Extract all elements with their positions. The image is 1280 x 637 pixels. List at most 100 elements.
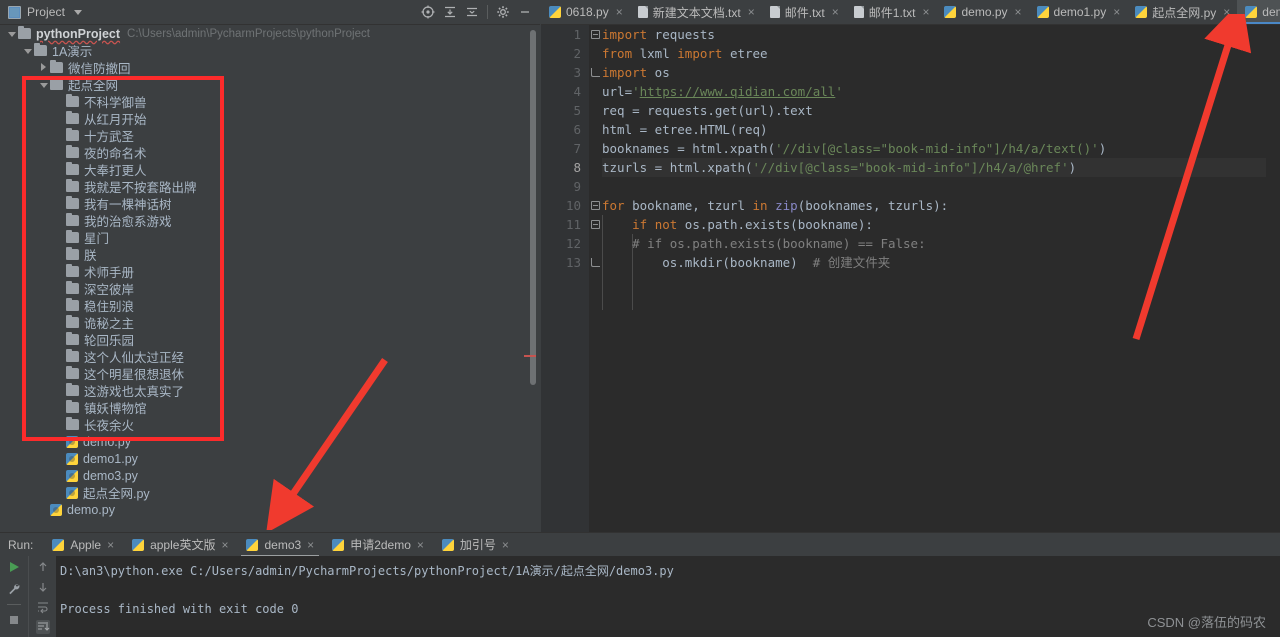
tree-node-f8[interactable]: 我的治愈系游戏 [0, 212, 533, 229]
code-line[interactable] [602, 177, 1266, 196]
tree-node-f6[interactable]: 我就是不按套路出牌 [0, 178, 533, 195]
tree-node-f16[interactable]: 这个人仙太过正经 [0, 348, 533, 365]
close-icon[interactable]: × [417, 538, 424, 552]
settings-gear-icon[interactable] [492, 1, 514, 23]
chevron-right-icon[interactable] [38, 62, 49, 73]
code-line[interactable]: html = etree.HTML(req) [602, 120, 1266, 139]
code-line[interactable]: os.mkdir(bookname) # 创建文件夹 [602, 253, 1266, 272]
code-line[interactable]: import os [602, 63, 1266, 82]
tree-node-f1[interactable]: 不科学御兽 [0, 93, 533, 110]
up-arrow-icon[interactable] [36, 560, 50, 574]
tree-node-qidian[interactable]: 起点全网 [0, 76, 533, 93]
editor-scrollbar[interactable] [1267, 25, 1280, 532]
soft-wrap-icon[interactable] [36, 600, 50, 614]
code-line[interactable]: booknames = html.xpath('//div[@class="bo… [602, 139, 1266, 158]
code-line[interactable]: from lxml import etree [602, 44, 1266, 63]
tree-node-f17[interactable]: 这个明星很想退休 [0, 365, 533, 382]
close-icon[interactable]: × [502, 538, 509, 552]
tree-node-f7[interactable]: 我有一棵神话树 [0, 195, 533, 212]
close-icon[interactable]: × [307, 538, 314, 552]
gutter-line-number: 4 [573, 84, 581, 99]
close-icon[interactable]: × [616, 5, 623, 19]
tree-node-f9[interactable]: 星门 [0, 229, 533, 246]
tree-node-f5[interactable]: 大奉打更人 [0, 161, 533, 178]
code-fold-icon[interactable] [589, 63, 602, 82]
tree-node-f14[interactable]: 诡秘之主 [0, 314, 533, 331]
editor-tab-demo3py[interactable]: demo3.py× [1237, 0, 1280, 24]
tree-node-1A[interactable]: 1A演示 [0, 42, 533, 59]
code-editor[interactable]: 12345678910111213 import requestsfrom lx… [541, 25, 1280, 532]
code-fold-icon[interactable] [589, 215, 602, 234]
tree-node-f20[interactable]: 长夜余火 [0, 416, 533, 433]
code-line[interactable]: import requests [602, 25, 1266, 44]
locate-icon[interactable] [417, 1, 439, 23]
tree-node-dq[interactable]: 起点全网.py [0, 484, 533, 501]
editor-tab-bar[interactable]: 0618.py×新建文本文档.txt×邮件.txt×邮件1.txt×demo.p… [541, 0, 1280, 25]
project-scrollbar[interactable] [530, 30, 536, 385]
folder-icon [66, 181, 79, 192]
tree-node-f10[interactable]: 朕 [0, 246, 533, 263]
code-fold-icon[interactable] [589, 253, 602, 272]
close-icon[interactable]: × [107, 538, 114, 552]
code-line[interactable]: url='https://www.qidian.com/all' [602, 82, 1266, 101]
run-icon[interactable] [7, 560, 21, 574]
chevron-down-icon[interactable] [38, 79, 49, 90]
chevron-down-icon[interactable] [74, 10, 82, 15]
tree-node-d0[interactable]: demo.py [0, 433, 533, 450]
chevron-down-icon[interactable] [22, 45, 33, 56]
close-icon[interactable]: × [832, 5, 839, 19]
close-icon[interactable]: × [922, 5, 929, 19]
tree-node-f11[interactable]: 术师手册 [0, 263, 533, 280]
close-icon[interactable]: × [221, 538, 228, 552]
tree-node-f2[interactable]: 从红月开始 [0, 110, 533, 127]
tree-node-f12[interactable]: 深空彼岸 [0, 280, 533, 297]
chevron-down-icon[interactable] [6, 28, 17, 39]
editor-tab-demo1py[interactable]: demo1.py× [1029, 0, 1128, 24]
run-tab-2demo[interactable]: 申请2demo× [323, 533, 433, 557]
tree-node-f13[interactable]: 稳住别浪 [0, 297, 533, 314]
code-fold-icon[interactable] [589, 196, 602, 215]
run-tab-4[interactable]: 加引号× [433, 533, 518, 557]
python-run-icon [246, 539, 258, 551]
editor-tab-0618py[interactable]: 0618.py× [541, 0, 630, 24]
stop-icon[interactable] [7, 613, 21, 627]
run-tab-demo3[interactable]: demo3× [237, 533, 323, 557]
collapse-all-icon[interactable] [461, 1, 483, 23]
tree-node-pythonProject[interactable]: pythonProjectC:\Users\admin\PycharmProje… [0, 25, 533, 42]
editor-tab-py[interactable]: 起点全网.py× [1127, 0, 1237, 24]
editor-tab-demopy[interactable]: demo.py× [936, 0, 1028, 24]
editor-tab-txt[interactable]: 邮件.txt× [762, 0, 846, 24]
close-icon[interactable]: × [748, 5, 755, 19]
tree-node-f18[interactable]: 这游戏也太真实了 [0, 382, 533, 399]
code-line[interactable]: req = requests.get(url).text [602, 101, 1266, 120]
code-line[interactable]: # if os.path.exists(bookname) == False: [602, 234, 1266, 253]
close-icon[interactable]: × [1223, 5, 1230, 19]
close-icon[interactable]: × [1113, 5, 1120, 19]
run-tab-apple[interactable]: apple英文版× [123, 533, 237, 557]
code-line[interactable]: if not os.path.exists(bookname): [602, 215, 1266, 234]
tree-node-f15[interactable]: 轮回乐园 [0, 331, 533, 348]
tree-node-f3[interactable]: 十方武圣 [0, 127, 533, 144]
tree-node-f19[interactable]: 镇妖博物馆 [0, 399, 533, 416]
run-tool-window-tabs[interactable]: Run: Apple×apple英文版×demo3×申请2demo×加引号× [0, 532, 1280, 556]
tree-node-f4[interactable]: 夜的命名术 [0, 144, 533, 161]
close-icon[interactable]: × [1015, 5, 1022, 19]
project-tree[interactable]: pythonProjectC:\Users\admin\PycharmProje… [0, 25, 533, 525]
scroll-to-end-icon[interactable] [36, 620, 50, 634]
editor-tab-1txt[interactable]: 邮件1.txt× [846, 0, 937, 24]
tree-node-d4[interactable]: demo.py [0, 501, 533, 518]
tree-node-wechat[interactable]: 微信防撤回 [0, 59, 533, 76]
tree-node-d3[interactable]: demo3.py [0, 467, 533, 484]
expand-all-icon[interactable] [439, 1, 461, 23]
hide-panel-icon[interactable] [514, 1, 536, 23]
editor-tab-txt[interactable]: 新建文本文档.txt× [630, 0, 762, 24]
tree-node-d1[interactable]: demo1.py [0, 450, 533, 467]
down-arrow-icon[interactable] [36, 580, 50, 594]
run-tab-Apple[interactable]: Apple× [43, 533, 123, 557]
code-content[interactable]: import requestsfrom lxml import etreeimp… [602, 25, 1266, 532]
code-fold-icon[interactable] [589, 25, 602, 44]
code-line[interactable]: tzurls = html.xpath('//div[@class="book-… [602, 158, 1266, 177]
wrench-icon[interactable] [7, 582, 21, 596]
code-line[interactable]: for bookname, tzurl in zip(booknames, tz… [602, 196, 1266, 215]
editor-gutter[interactable]: 12345678910111213 [541, 25, 589, 532]
